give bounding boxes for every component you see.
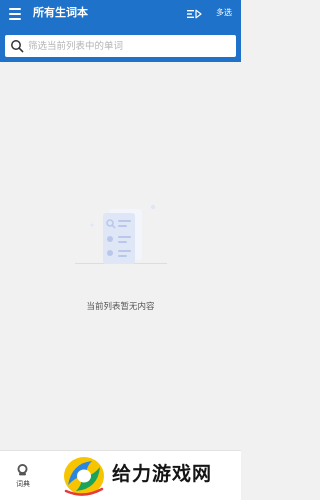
menu-icon-bar [9,13,21,15]
empty-list-illustration [75,203,167,267]
search-input[interactable] [28,35,233,57]
app-bar: 所有生词本 多选 [0,0,241,62]
empty-list-illustration-svg [75,204,167,264]
menu-icon[interactable] [9,6,25,22]
watermark-text: 给力游戏网 [112,463,213,485]
play-queue-icon[interactable] [186,6,202,22]
nav-item-dictionary[interactable]: 词典 [8,461,38,493]
watermark: 给力游戏网 [62,455,238,497]
menu-icon-bar [9,18,21,20]
menu-icon-bar [9,8,21,10]
empty-state-message: 当前列表暂无内容 [86,302,155,312]
dictionary-icon [17,464,28,476]
nav-item-label: 词典 [16,480,30,488]
play-queue-icon-svg [187,9,202,19]
search-icon [11,40,24,53]
site-logo [64,457,104,496]
page-title: 所有生词本 [33,6,88,19]
multi-select-button[interactable]: 多选 [216,7,232,19]
search-bar[interactable] [5,35,236,57]
